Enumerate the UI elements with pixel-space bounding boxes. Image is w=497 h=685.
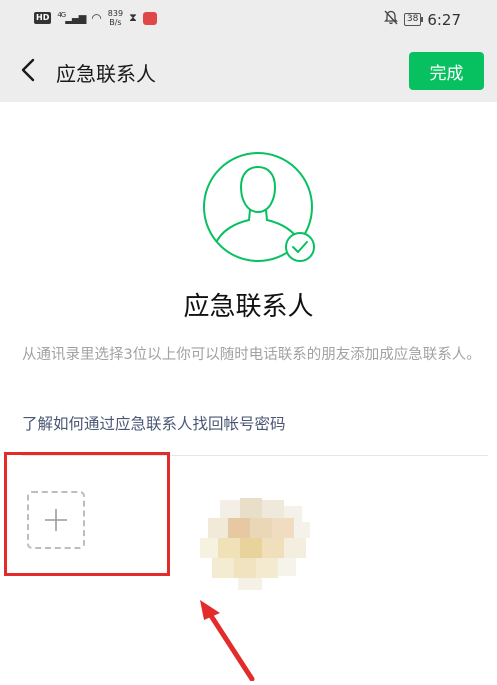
help-link[interactable]: 了解如何通过应急联系人找回帐号密码 [22,412,286,434]
user-check-icon [191,140,325,274]
network-speed: 839 B/s [108,9,123,27]
signal-icon: 4G▂▄▆ [57,11,86,25]
status-right-group: 38 6:27 [383,10,461,29]
main-title: 应急联系人 [183,292,314,322]
back-icon[interactable] [14,53,44,87]
network-type: 4G [57,11,66,20]
hourglass-icon: ⧗ [129,11,137,24]
navigation-bar: 应急联系人 完成 [0,40,497,102]
done-button[interactable]: 完成 [409,52,484,90]
speed-unit: B/s [109,18,122,27]
status-left-group: HD 4G▂▄▆ ◠ 839 B/s ⧗ [34,9,157,27]
wifi-icon: ◠ [91,11,102,25]
bell-off-icon [383,10,398,29]
battery-icon: 38 [403,13,424,26]
status-time: 6:27 [427,10,461,29]
annotation-arrow [190,600,270,682]
blurred-contact-avatar [198,494,318,594]
hd-badge: HD [34,12,52,24]
app-notification-icon [142,11,157,25]
page-title: 应急联系人 [56,62,156,86]
plus-icon [43,507,69,533]
add-contact-button[interactable] [27,491,85,549]
speed-value: 839 [107,9,124,18]
description-text: 从通讯录里选择3位以上你可以随时电话联系的朋友添加成应急联系人。 [22,347,481,363]
status-bar: HD 4G▂▄▆ ◠ 839 B/s ⧗ 38 6:27 [0,0,497,40]
